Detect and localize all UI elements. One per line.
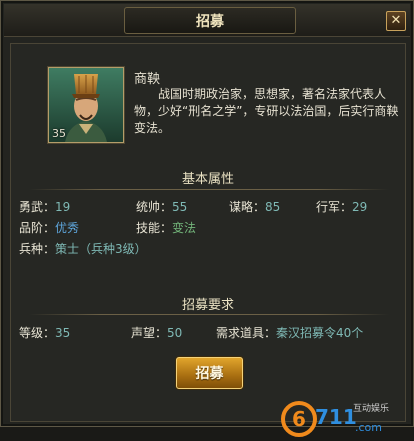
prestige-label: 声望：: [131, 326, 168, 340]
skill-value[interactable]: 变法: [172, 221, 196, 235]
item-label: 需求道具：: [216, 326, 277, 340]
requirements-divider: [29, 314, 389, 315]
strategy-stat: 谋略：85: [229, 198, 280, 215]
strategy-value: 85: [265, 200, 281, 214]
logo-tag: 互动娱乐: [353, 402, 389, 414]
dialog-title: 招募: [124, 7, 296, 34]
command-stat: 统帅：55: [136, 198, 187, 215]
hero-level-badge: 35: [52, 127, 66, 140]
logo-digits: 711: [315, 405, 357, 429]
command-label: 统帅：: [136, 200, 173, 214]
site-logo: 6 711 互动娱乐 .com: [281, 401, 389, 437]
recruit-button[interactable]: 招募: [176, 357, 243, 389]
troop-label: 兵种：: [19, 242, 56, 256]
bravery-label: 勇武：: [19, 200, 56, 214]
hero-portrait: 35: [48, 67, 124, 143]
attributes-title: 基本属性: [181, 172, 234, 187]
title-bar: 招募 ✕: [4, 4, 410, 37]
logo-suffix: .com: [355, 421, 382, 434]
hero-name: 商鞅: [134, 72, 161, 87]
logo-digit-6: 6: [292, 407, 306, 431]
prestige-value: 50: [167, 326, 183, 340]
recruit-dialog: 招募 ✕ 35 商鞅 战国时期政治家，思想家，著名法家代表人物，少好“刑名之学”…: [0, 0, 414, 437]
dialog-content: 35 商鞅 战国时期政治家，思想家，著名法家代表人物，少好“刑名之学”，专研以法…: [10, 43, 406, 437]
item-requirement: 需求道具：秦汉招募令40个: [216, 324, 363, 341]
march-value: 29: [352, 200, 368, 214]
march-stat: 行军：29: [316, 198, 367, 215]
march-label: 行军：: [316, 200, 353, 214]
item-value: 秦汉招募令40个: [276, 326, 364, 340]
level-req-label: 等级：: [19, 326, 56, 340]
skill-label: 技能：: [136, 221, 173, 235]
grade-label: 品阶：: [19, 221, 56, 235]
grade-value: 优秀: [55, 221, 80, 235]
hero-description: 战国时期政治家，思想家，著名法家代表人物，少好“刑名之学”，专研以法治国，后实行…: [134, 87, 399, 135]
level-requirement: 等级：35: [19, 324, 70, 341]
requirements-title: 招募要求: [181, 298, 234, 313]
bravery-stat: 勇武：19: [19, 198, 70, 215]
prestige-requirement: 声望：50: [131, 324, 182, 341]
attributes-divider: [29, 189, 389, 190]
skill-stat: 技能：变法: [136, 219, 196, 236]
level-req-value: 35: [55, 326, 71, 340]
bravery-value: 19: [55, 200, 71, 214]
close-button[interactable]: ✕: [386, 11, 406, 31]
troop-value: 策士（兵种3级）: [55, 242, 147, 256]
command-value: 55: [172, 200, 188, 214]
grade-stat: 品阶：优秀: [19, 219, 79, 236]
troop-stat: 兵种：策士（兵种3级）: [19, 240, 147, 257]
strategy-label: 谋略：: [229, 200, 266, 214]
